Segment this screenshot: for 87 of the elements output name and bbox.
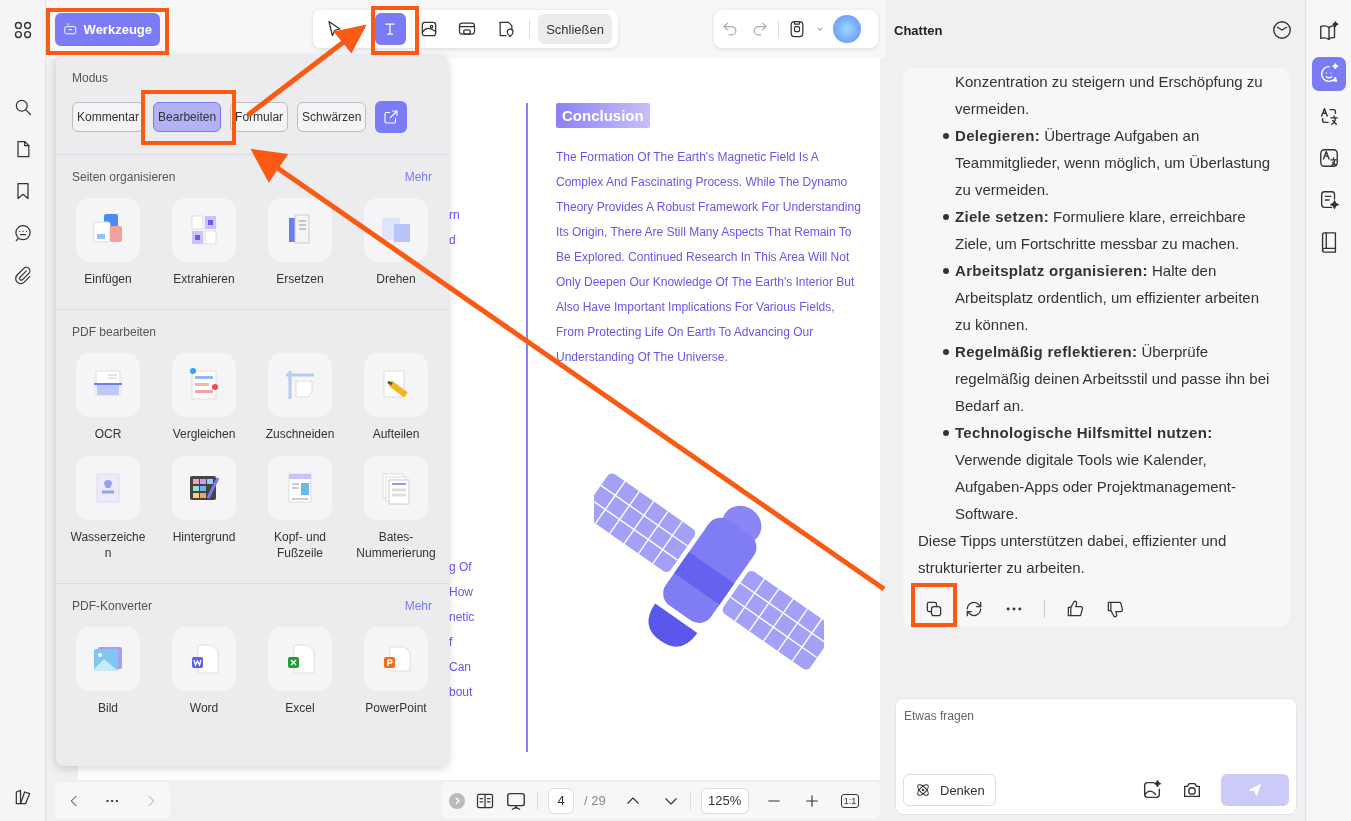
bullet-dot <box>943 349 949 355</box>
tool-label: Kopf- und Fußzeile <box>272 529 327 561</box>
tool-tile[interactable] <box>364 627 428 691</box>
text-fragment: netic <box>449 609 476 626</box>
mode-button[interactable]: Schwärzen <box>297 102 367 132</box>
panel-title: Chatten <box>894 22 943 38</box>
tool-label: Aufteilen <box>371 426 421 442</box>
regenerate-icon[interactable] <box>964 599 984 619</box>
paperclip-icon[interactable] <box>12 265 33 285</box>
tool-tile[interactable] <box>76 627 140 691</box>
tool-tile[interactable] <box>76 198 140 262</box>
close-button[interactable]: Schließen <box>538 14 612 44</box>
text-fragment: g Of <box>449 559 473 576</box>
open-external-button[interactable] <box>375 101 408 133</box>
list-item-text: Regelmäßig reflektieren: Überprüfe regelmäßig deinen Arbeitsstil und passe ihn bei Bedarf an. <box>955 342 1271 416</box>
text-fragment: bout <box>449 684 474 701</box>
tool-label: Drehen <box>375 271 417 287</box>
tool-tile[interactable] <box>364 198 428 262</box>
history-icon[interactable] <box>1271 19 1293 41</box>
add-image-icon[interactable] <box>1141 779 1163 801</box>
page-field[interactable]: 4 <box>548 787 574 814</box>
tool-tile[interactable] <box>364 353 428 417</box>
list-item-text: Arbeitsplatz organisieren: Halte den Arbeitsplatz ordentlich, um effizienter arbeiten zu können. <box>955 261 1261 335</box>
highlight-frame <box>371 6 419 55</box>
think-button[interactable]: Denken <box>903 774 996 806</box>
text-tool-button[interactable] <box>375 13 406 45</box>
bullet-dot <box>943 214 949 220</box>
copy-icon[interactable] <box>924 599 944 619</box>
external-link-icon <box>382 108 401 126</box>
tools-button[interactable]: Werkzeuge <box>55 12 160 46</box>
tool-tile[interactable] <box>364 456 428 520</box>
list-item-text: Ziele setzen: Formuliere klare, erreichbare Ziele, um Fortschritte messbar zu machen. <box>955 207 1247 254</box>
list-item-text: Technologische Hilfsmittel nutzen: Verwende digitale Tools wie Kalender, Aufgaben-Apps oder Projektmanagement-Software. <box>955 423 1237 524</box>
section-title: Seiten organisieren <box>72 169 176 186</box>
text-fragment: Can <box>449 659 472 676</box>
tool-label: Wasserzeichen <box>69 529 147 561</box>
tool-tile[interactable] <box>172 198 236 262</box>
book-sparkle-icon <box>1317 21 1340 43</box>
section-heading: Conclusion <box>556 103 650 128</box>
translate-icon <box>1317 147 1340 169</box>
thumbs-down-icon[interactable] <box>1105 599 1125 619</box>
tool-label: PowerPoint <box>364 700 428 716</box>
list-item-text: Konzentration zu steigern und Erschöpfung zu vermeiden. <box>955 72 1264 119</box>
bullet-dot <box>943 430 949 436</box>
tool-label: Excel <box>284 700 316 716</box>
tool-label: Bild <box>97 700 119 716</box>
tool-tile[interactable] <box>76 456 140 520</box>
highlight-frame <box>911 583 957 627</box>
chat-bot-tab[interactable] <box>1311 57 1346 91</box>
paragraph: The Formation Of The Earth's Magnetic Field Is A Complex And Fascinating Process. While The Dynamo Theory Provides A Robust Framework For Understanding Its Origin, There Are Still Many Aspects That Remain To Be Explored. Continued Research In This Area Will Not Only Deepen Our Knowledge Of The Earth's Interior But Also Have Important Implications For Various Fields, From Protecting Life On Earth To Advancing Our Understanding Of The Universe. <box>556 149 861 366</box>
bullet-dot <box>943 268 949 274</box>
list-item-text: Delegieren: Übertrage Aufgaben an Teammitglieder, wenn möglich, um Überlastung zu vermeiden. <box>955 126 1272 200</box>
tool-label: Ersetzen <box>275 271 325 287</box>
bullet-dot <box>943 133 949 139</box>
send-icon <box>1246 781 1264 799</box>
mode-button[interactable]: Bearbeiten <box>153 102 222 132</box>
section-title: PDF bearbeiten <box>72 324 157 341</box>
section-title: PDF-Konverter <box>72 598 153 615</box>
tool-label: Zuschneiden <box>264 426 336 442</box>
tool-label: Extrahieren <box>172 271 236 287</box>
comment-icon[interactable] <box>12 223 33 243</box>
tool-tile[interactable] <box>76 353 140 417</box>
tool-tile[interactable] <box>172 627 236 691</box>
actual-size-button[interactable]: 1:1 <box>840 793 860 808</box>
text-fragment: rn <box>449 207 461 224</box>
zoom-field[interactable]: 125% <box>700 787 749 814</box>
tool-label: Einfügen <box>83 271 133 287</box>
tool-label: OCR <box>93 426 123 442</box>
tool-label: Word <box>188 700 220 716</box>
thumbs-up-icon[interactable] <box>1065 599 1085 619</box>
text-fragment: f <box>449 634 454 651</box>
text-fragment: d <box>449 232 457 249</box>
chat-input[interactable]: Etwas fragen Denken <box>895 698 1297 815</box>
tool-tile[interactable] <box>268 456 332 520</box>
section-title: Modus <box>72 70 109 87</box>
tool-tile[interactable] <box>268 627 332 691</box>
tool-label: Bates-Nummerierung <box>356 529 436 561</box>
atom-icon <box>914 781 932 799</box>
tool-tile[interactable] <box>268 353 332 417</box>
tool-tile[interactable] <box>172 353 236 417</box>
tool-tile[interactable] <box>268 198 332 262</box>
tool-tile[interactable] <box>172 456 236 520</box>
message-text: Diese Tipps unterstützen dabei, effizienter und strukturierter zu arbeiten. <box>918 531 1228 578</box>
tool-label: Hintergrund <box>171 529 237 545</box>
text-fragment: How <box>449 584 474 601</box>
page-count: / 29 <box>584 793 606 808</box>
tool-label: Vergleichen <box>171 426 237 442</box>
